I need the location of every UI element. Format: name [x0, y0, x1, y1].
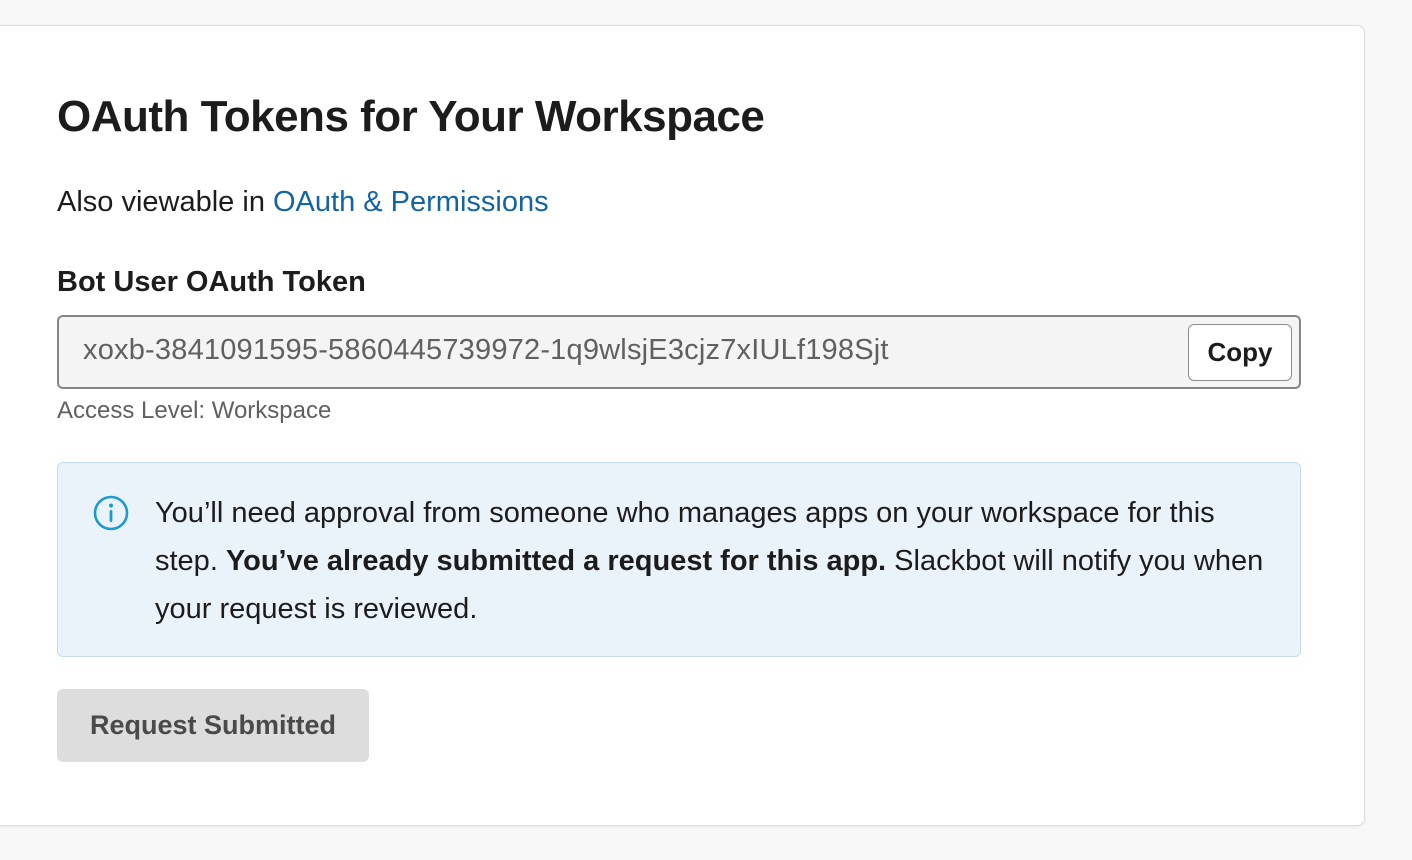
approval-notice: You’ll need approval from someone who ma… [57, 462, 1301, 657]
info-icon [93, 495, 129, 531]
token-field-label: Bot User OAuth Token [57, 266, 366, 298]
section-title: OAuth Tokens for Your Workspace [57, 92, 765, 141]
oauth-tokens-card: OAuth Tokens for Your Workspace Also vie… [0, 25, 1365, 826]
token-value[interactable]: xoxb-3841091595-5860445739972-1q9wlsjE3c… [83, 334, 889, 367]
also-viewable-prefix: Also viewable in [57, 186, 273, 218]
oauth-permissions-link[interactable]: OAuth & Permissions [273, 186, 549, 218]
access-level-text: Access Level: Workspace [57, 397, 332, 424]
token-field[interactable]: xoxb-3841091595-5860445739972-1q9wlsjE3c… [57, 315, 1301, 389]
notice-text: You’ll need approval from someone who ma… [155, 489, 1275, 633]
request-submitted-button[interactable]: Request Submitted [57, 689, 369, 762]
also-viewable-line: Also viewable in OAuth & Permissions [57, 186, 549, 219]
copy-button[interactable]: Copy [1188, 324, 1292, 381]
notice-text-bold: You’ve already submitted a request for t… [225, 545, 887, 577]
